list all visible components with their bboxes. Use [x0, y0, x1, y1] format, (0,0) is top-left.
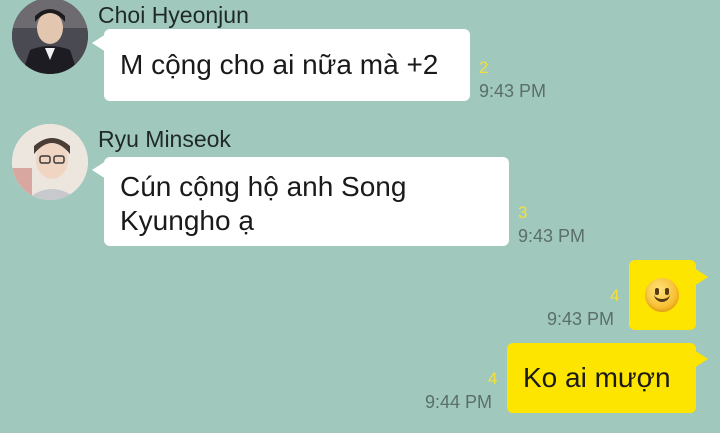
sender-name: Ryu Minseok	[98, 126, 231, 152]
message-bubble[interactable]: M cộng cho ai nữa mà +2	[104, 29, 470, 101]
unread-count: 4	[488, 369, 498, 388]
profile-photo-icon	[12, 0, 88, 74]
message-bubble[interactable]: Ko ai mượn	[507, 343, 696, 413]
slightly-smiling-face-icon	[645, 278, 679, 312]
unread-count: 3	[518, 203, 528, 222]
profile-photo-icon	[12, 124, 88, 200]
message-text-line: Kyungho ạ	[120, 205, 254, 236]
avatar-ryu-minseok[interactable]	[12, 124, 88, 200]
bubble-tail	[694, 350, 708, 368]
unread-count: 2	[479, 58, 489, 77]
message-text: M cộng cho ai nữa mà +2	[120, 49, 439, 80]
message-time: 9:43 PM	[518, 226, 586, 246]
message-time: 9:43 PM	[547, 309, 615, 329]
avatar-choi-hyeonjun[interactable]	[12, 0, 88, 74]
sender-name: Choi Hyeonjun	[98, 2, 249, 28]
message-text-line: Cún cộng hộ anh Song	[120, 171, 407, 202]
message-bubble[interactable]: Cún cộng hộ anh Song Kyungho ạ	[104, 157, 509, 246]
message-time: 9:43 PM	[479, 81, 547, 101]
bubble-tail	[694, 268, 708, 286]
unread-count: 4	[610, 286, 620, 305]
message-time: 9:44 PM	[425, 392, 493, 412]
message-text: Ko ai mượn	[523, 362, 671, 393]
